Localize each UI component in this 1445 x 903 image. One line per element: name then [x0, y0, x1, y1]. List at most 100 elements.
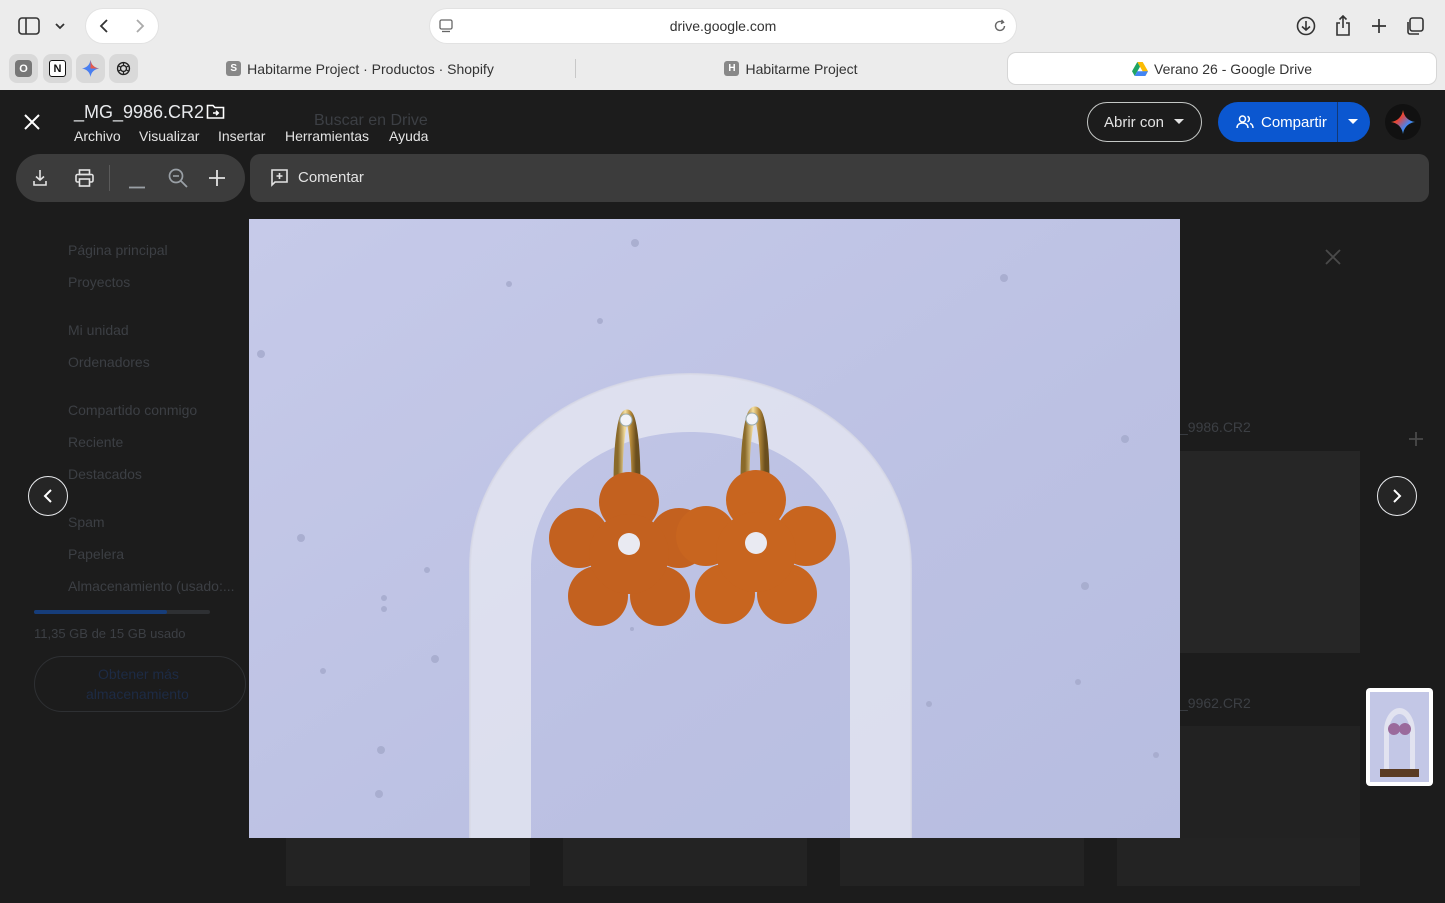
sidebar-item-storage: Almacenamiento (usado:...: [68, 578, 235, 594]
tab-label: Habitarme Project: [745, 60, 858, 77]
caret-down-icon[interactable]: [1348, 119, 1358, 125]
zoom-out-button[interactable]: [129, 176, 145, 194]
caret-down-icon: [1174, 119, 1185, 124]
share-button[interactable]: Compartir: [1218, 102, 1370, 142]
back-button[interactable]: [86, 18, 122, 34]
chevron-left-icon: [43, 489, 52, 503]
sidebar-item-trash: Papelera: [68, 546, 125, 562]
share-label: Compartir: [1261, 113, 1327, 131]
new-tab-button[interactable]: [1368, 15, 1390, 37]
chevron-right-icon: [1393, 489, 1402, 503]
shopify-favicon: S: [226, 61, 242, 76]
file-name-2: _9962.CR2: [1180, 695, 1251, 711]
comment-toolbar: Comentar: [250, 154, 1429, 202]
menu-insertar[interactable]: Insertar: [218, 128, 265, 144]
storage-bar: [34, 610, 210, 614]
menu-ayuda[interactable]: Ayuda: [389, 128, 428, 144]
folder-move-icon: [206, 104, 225, 119]
minus-icon: [129, 186, 145, 189]
chevron-left-icon: [99, 19, 108, 33]
file-thumb-5: [840, 838, 1084, 886]
sidebar-item-starred: Destacados: [68, 466, 142, 482]
comment-label: Comentar: [298, 169, 364, 186]
thumbnail-strip-item[interactable]: [1366, 688, 1433, 786]
download-icon: [33, 170, 47, 186]
address-bar[interactable]: drive.google.com: [430, 9, 1016, 43]
add-icon: [1409, 432, 1423, 446]
share-icon: [1336, 15, 1350, 36]
share-page-button[interactable]: [1332, 14, 1354, 38]
chevron-down-icon: [55, 23, 65, 30]
sidebar-item-projects: Proyectos: [68, 274, 131, 290]
next-file-button[interactable]: [1377, 476, 1417, 516]
zoom-in-button[interactable]: [208, 169, 226, 192]
file-name-1: _9986.CR2: [1180, 419, 1251, 435]
reload-icon[interactable]: [993, 19, 1007, 33]
page-menu-icon: [439, 19, 453, 33]
google-drive-icon: [1132, 61, 1148, 76]
open-with-button[interactable]: Abrir con: [1087, 102, 1202, 142]
file-thumb-1: [1180, 451, 1360, 653]
toolbar-divider: [109, 165, 110, 191]
file-thumb-4: [563, 838, 807, 886]
previous-file-button[interactable]: [28, 476, 68, 516]
add-comment-icon: [271, 169, 288, 187]
open-with-label: Abrir con: [1104, 113, 1165, 131]
menu-archivo[interactable]: Archivo: [74, 128, 121, 144]
forward-button[interactable]: [122, 18, 158, 34]
details-close-icon: [1325, 249, 1341, 265]
download-icon: [1296, 16, 1316, 36]
sidebar-item-shared: Compartido conmigo: [68, 402, 198, 418]
comment-button[interactable]: Comentar: [270, 168, 364, 187]
zoom-fit-button[interactable]: [168, 168, 188, 193]
pinned-tab-openai[interactable]: [109, 54, 138, 83]
browser-toolbar: drive.google.com O N S Habitarme Project…: [0, 0, 1445, 90]
sidebar-item-computers: Ordenadores: [68, 354, 150, 370]
sidebar-toggle-button[interactable]: [14, 12, 70, 40]
pinned-o-icon: O: [15, 60, 32, 77]
download-button[interactable]: [32, 169, 48, 192]
pinned-tab-gemini[interactable]: [76, 54, 105, 83]
get-storage-button: [34, 656, 246, 712]
notion-icon: N: [49, 60, 66, 77]
share-divider: [1337, 102, 1338, 142]
pinned-tab-notion[interactable]: N: [43, 54, 72, 83]
gemini-icon: [82, 60, 99, 77]
print-icon: [75, 169, 94, 187]
sidebar-icon: [18, 17, 40, 35]
storage-text: 11,35 GB de 15 GB usado: [34, 626, 186, 641]
tab-habitarme[interactable]: H Habitarme Project: [576, 53, 1006, 84]
get-storage-label-2: almacenamiento: [86, 686, 189, 702]
sidebar-item-home: Página principal: [68, 242, 168, 258]
downloads-button[interactable]: [1295, 15, 1317, 37]
menu-visualizar[interactable]: Visualizar: [139, 128, 199, 144]
menu-herramientas[interactable]: Herramientas: [285, 128, 369, 144]
sidebar-item-my-drive: Mi unidad: [68, 322, 129, 338]
get-storage-label: Obtener más: [98, 666, 179, 682]
file-preview-overlay: Buscar en Drive Página principal Proyect…: [0, 90, 1445, 903]
close-icon: [24, 114, 40, 130]
pinned-tab-o[interactable]: O: [9, 54, 38, 83]
zoom-icon: [168, 168, 188, 188]
tab-shopify[interactable]: S Habitarme Project · Productos · Shopif…: [145, 53, 575, 84]
openai-icon: [116, 61, 131, 76]
print-button[interactable]: [75, 169, 94, 192]
tab-label: Verano 26 - Google Drive: [1154, 60, 1312, 77]
storage-bar-fill: [34, 610, 168, 614]
sidebar-item-recent: Reciente: [68, 434, 124, 450]
move-to-folder-button[interactable]: [206, 103, 225, 125]
preview-image: [249, 219, 1180, 838]
tab-overview-button[interactable]: [1404, 15, 1426, 37]
tab-google-drive[interactable]: Verano 26 - Google Drive: [1008, 53, 1436, 84]
address-text: drive.google.com: [669, 18, 777, 34]
chevron-right-icon: [136, 19, 145, 33]
file-thumb-6: [1117, 838, 1360, 886]
tabs-icon: [1407, 17, 1424, 35]
plus-icon: [1372, 19, 1386, 33]
thumbnail-image: [1370, 692, 1429, 782]
plus-icon: [209, 170, 225, 186]
close-viewer-button[interactable]: [20, 110, 44, 134]
sidebar-item-spam: Spam: [68, 514, 105, 530]
nav-buttons: [86, 9, 158, 43]
gemini-button[interactable]: [1385, 104, 1421, 140]
